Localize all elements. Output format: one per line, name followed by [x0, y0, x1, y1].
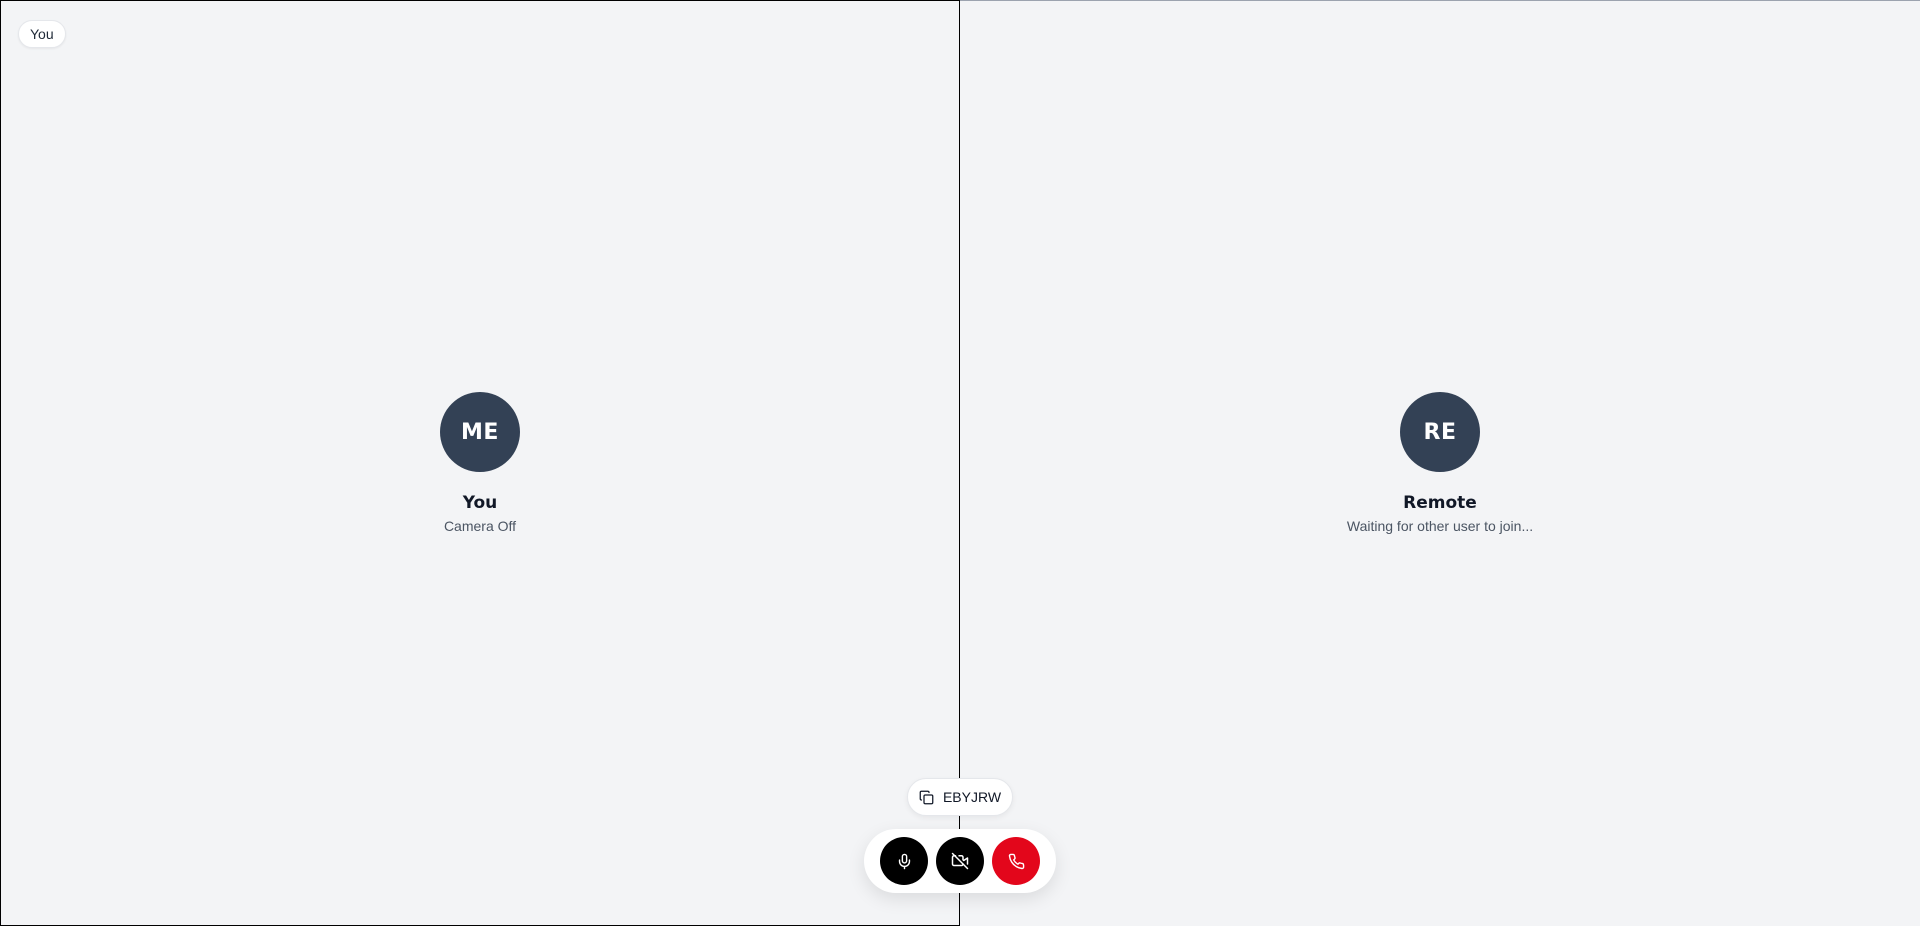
- remote-participant-name: Remote: [1403, 493, 1477, 513]
- room-code: EBYJRW: [942, 789, 1002, 805]
- call-stage: You ME You Camera Off RE Remote Waiting …: [0, 0, 1920, 926]
- call-controls: [864, 829, 1056, 893]
- microphone-icon: [896, 853, 913, 870]
- camera-off-icon: [951, 852, 969, 870]
- phone-hangup-icon: [1008, 853, 1025, 870]
- local-name-chip: You: [18, 20, 66, 48]
- toggle-microphone-button[interactable]: [880, 837, 928, 885]
- copy-room-code-button[interactable]: EBYJRW: [907, 778, 1013, 816]
- remote-avatar: RE: [1400, 392, 1480, 472]
- local-participant-status: Camera Off: [443, 518, 517, 534]
- remote-participant-status: Waiting for other user to join...: [1346, 518, 1534, 534]
- local-participant-name: You: [462, 493, 498, 513]
- remote-video-pane: RE Remote Waiting for other user to join…: [960, 0, 1920, 926]
- local-video-pane: You ME You Camera Off: [0, 0, 960, 926]
- copy-icon: [919, 790, 934, 805]
- local-avatar: ME: [440, 392, 520, 472]
- local-participant: ME You Camera Off: [1, 392, 959, 534]
- remote-participant: RE Remote Waiting for other user to join…: [960, 392, 1920, 534]
- toggle-camera-button[interactable]: [936, 837, 984, 885]
- end-call-button[interactable]: [992, 837, 1040, 885]
